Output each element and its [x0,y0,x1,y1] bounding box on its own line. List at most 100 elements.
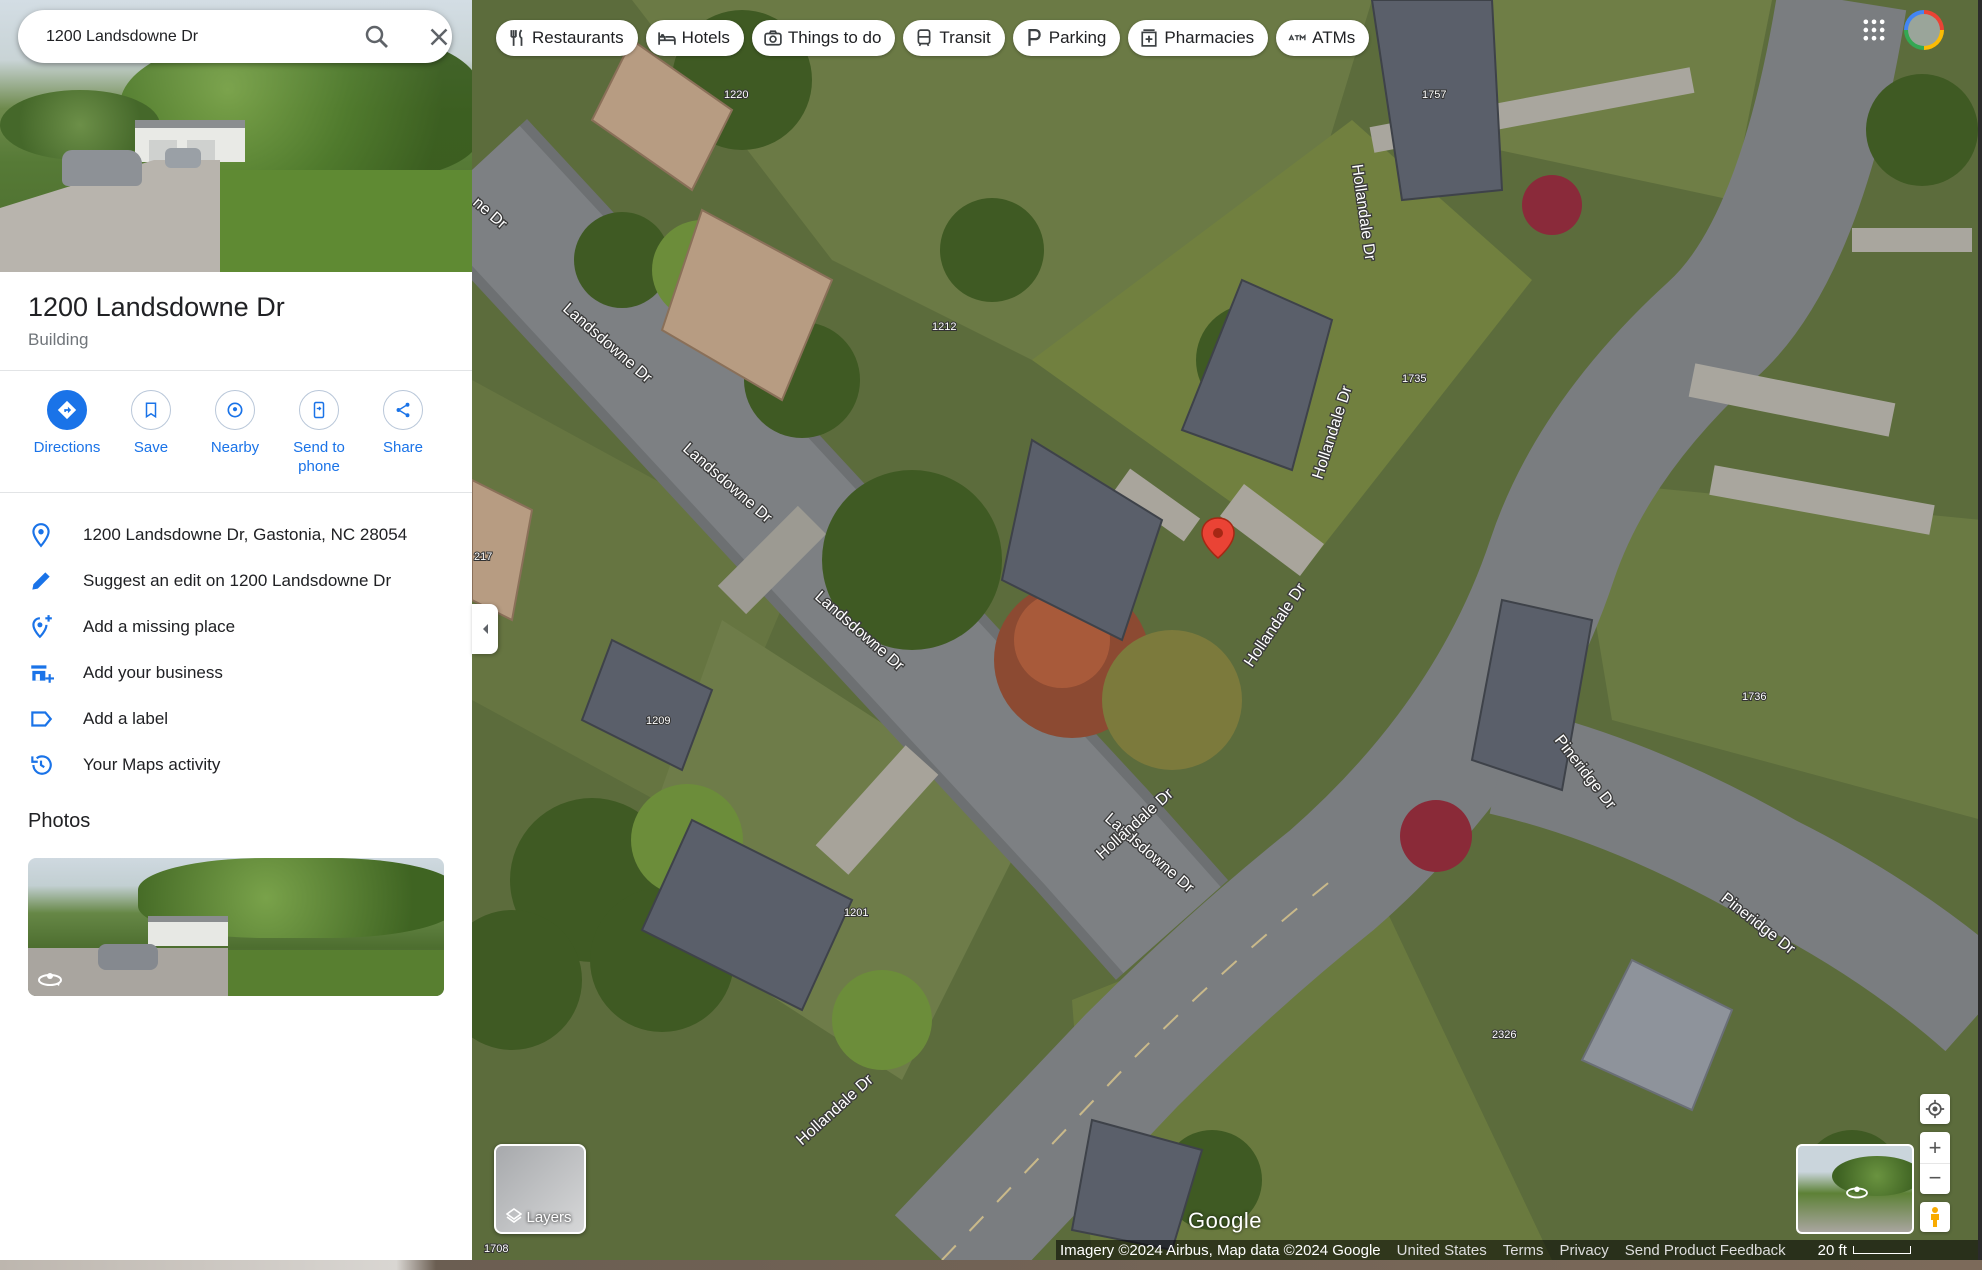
house-number: 1220 [724,89,748,101]
hotel-icon [657,32,676,45]
info-row-maps-activity[interactable]: Your Maps activity [0,742,472,786]
satellite-map[interactable]: Landsdowne Dr Landsdowne Dr Landsdowne D… [472,0,1982,1260]
zoom-controls: + − [1920,1132,1950,1194]
my-location-button[interactable] [1920,1094,1950,1124]
map-canvas: Landsdowne Dr Landsdowne Dr Landsdowne D… [472,0,1982,1260]
taskbar-strip [0,1260,1982,1270]
info-row-suggest-edit[interactable]: Suggest an edit on 1200 Landsdowne Dr [0,558,472,602]
apps-grid-icon [1863,19,1885,41]
account-avatar[interactable] [1904,10,1944,50]
save-button[interactable]: Save [108,390,194,457]
add-business-icon [31,665,54,683]
info-row-add-label[interactable]: Add a label [0,696,472,740]
info-row-add-missing-place[interactable]: Add a missing place [0,604,472,648]
search-box [18,10,452,63]
chip-restaurants[interactable]: Restaurants [496,20,638,56]
search-input[interactable] [46,10,346,63]
parking-icon [1028,29,1041,46]
maps-activity-text: Your Maps activity [83,755,221,774]
add-label-text: Add a label [83,709,169,728]
chip-atms[interactable]: ATMs [1276,20,1370,56]
directions-button[interactable]: Directions [24,390,110,457]
layers-button[interactable]: Layers [494,1144,586,1234]
house-number: 1708 [484,1243,508,1255]
house-number: 1735 [1402,373,1426,385]
nearby-button[interactable]: Nearby [192,390,278,457]
house-number: 217 [474,551,492,563]
bookmark-icon [145,402,157,419]
maps-app: 1200 Landsdowne Dr Building Directions S… [0,0,1982,1270]
camera-icon [764,30,782,46]
chip-label: Parking [1048,28,1107,47]
pharmacy-icon [1141,29,1157,47]
transit-icon [917,29,931,47]
location-pin-icon [32,523,50,548]
house-number: 1212 [932,321,956,333]
category-chips: Restaurants Hotels Things to do Transit … [496,20,1370,56]
atm-icon [1288,34,1306,41]
window-edge [1978,0,1982,1260]
chip-label: Hotels [681,28,730,47]
pegman-button[interactable] [1920,1202,1950,1232]
chip-label: Restaurants [532,28,624,47]
chevron-left-icon [483,624,488,634]
history-icon [31,755,52,775]
search-button[interactable] [362,22,392,52]
google-apps-button[interactable] [1860,16,1888,44]
chip-things-to-do[interactable]: Things to do [751,20,896,56]
share-icon [396,402,410,418]
street-view-360-icon [38,973,62,986]
house-number: 1209 [646,715,670,727]
chip-transit[interactable]: Transit [903,20,1005,56]
share-label: Share [382,439,424,456]
footer-link-united-states[interactable]: United States [1397,1242,1487,1259]
map-footer: Imagery ©2024 Airbus, Map data ©2024 Goo… [1056,1240,1982,1260]
suggest-edit-text: Suggest an edit on 1200 Landsdowne Dr [83,571,392,590]
zoom-out-button[interactable]: − [1920,1163,1950,1194]
house-number: 1736 [1742,691,1766,703]
pencil-icon [32,572,50,590]
send-to-phone-button[interactable]: Send to phone [276,390,362,476]
street-view-thumbnail[interactable] [1796,1144,1914,1234]
collapse-panel-button[interactable] [472,604,498,654]
restaurant-icon [510,29,523,46]
chip-parking[interactable]: Parking [1012,20,1121,56]
scale-bar [1852,1246,1911,1254]
footer-link-terms[interactable]: Terms [1503,1242,1544,1259]
label-icon [31,711,53,727]
photos-heading: Photos [28,810,91,832]
clear-search-button[interactable] [424,22,454,52]
imagery-attribution: Imagery ©2024 Airbus, Map data ©2024 Goo… [1060,1241,1381,1259]
address-text: 1200 Landsdowne Dr, Gastonia, NC 28054 [83,525,408,544]
divider [0,492,472,493]
street-view-360-icon [1846,1186,1868,1199]
my-location-icon [1925,1099,1945,1119]
photo-thumbnail[interactable] [28,858,444,996]
footer-link-privacy[interactable]: Privacy [1560,1242,1609,1259]
map-scale[interactable]: 20 ft [1802,1242,1911,1259]
chip-label: Pharmacies [1164,28,1255,47]
place-category: Building [28,330,89,349]
chip-label: Transit [939,28,991,47]
layers-label: Layers [526,1209,572,1226]
google-logo: Google [1188,1208,1262,1233]
chip-pharmacies[interactable]: Pharmacies [1128,20,1269,56]
pegman-icon [1931,1207,1939,1227]
divider [0,370,472,371]
zoom-in-button[interactable]: + [1920,1132,1950,1163]
footer-link-send-feedback[interactable]: Send Product Feedback [1625,1242,1786,1259]
chip-hotels[interactable]: Hotels [645,20,744,56]
hero-car [62,150,142,186]
place-panel: 1200 Landsdowne Dr Building Directions S… [0,0,472,1260]
share-button[interactable]: Share [360,390,446,457]
place-title: 1200 Landsdowne Dr [28,292,285,322]
house-number: 1757 [1422,89,1446,101]
search-icon [365,25,388,48]
hero-car-2 [165,148,201,168]
house-number: 1201 [844,907,868,919]
info-row-address[interactable]: 1200 Landsdowne Dr, Gastonia, NC 28054 [0,512,472,556]
info-row-add-business[interactable]: Add your business [0,650,472,694]
close-icon [430,28,448,46]
save-label: Save [133,439,169,456]
add-place-icon [32,615,52,639]
